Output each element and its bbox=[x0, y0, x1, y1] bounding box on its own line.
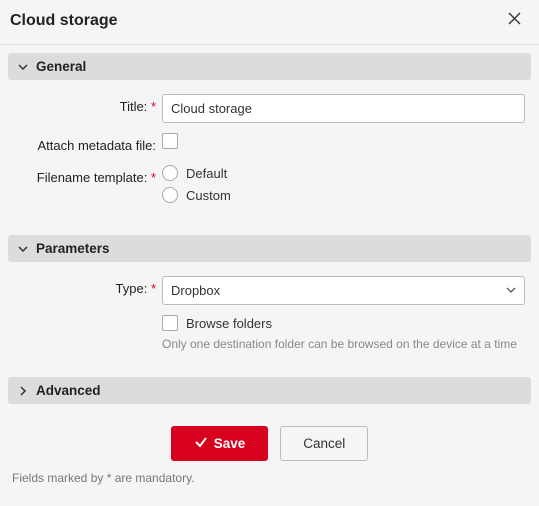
close-icon bbox=[508, 12, 521, 29]
save-button-label: Save bbox=[214, 436, 246, 451]
section-general-header[interactable]: General bbox=[8, 53, 531, 80]
type-select[interactable]: Dropbox bbox=[162, 276, 525, 305]
cancel-button[interactable]: Cancel bbox=[280, 426, 368, 461]
title-input[interactable] bbox=[162, 94, 525, 123]
radio-icon bbox=[162, 187, 178, 203]
filename-template-label: Filename template: bbox=[37, 170, 148, 185]
browse-folders-label: Browse folders bbox=[186, 316, 272, 331]
chevron-down-icon bbox=[18, 62, 28, 72]
browse-folders-checkbox-row[interactable]: Browse folders bbox=[162, 315, 525, 331]
section-advanced: Advanced bbox=[8, 377, 531, 404]
required-marker: * bbox=[151, 99, 156, 114]
row-title: Title: * bbox=[14, 94, 525, 123]
template-default-radio[interactable]: Default bbox=[162, 165, 525, 181]
titlebar: Cloud storage bbox=[0, 0, 539, 45]
template-custom-label: Custom bbox=[186, 188, 231, 203]
attach-metadata-label: Attach metadata file: bbox=[37, 138, 156, 153]
dialog-content: General Title: * Attach metadata file: bbox=[0, 45, 539, 503]
save-button[interactable]: Save bbox=[171, 426, 269, 461]
check-icon bbox=[194, 435, 208, 452]
section-parameters-title: Parameters bbox=[36, 241, 110, 256]
section-advanced-title: Advanced bbox=[36, 383, 101, 398]
section-general: General Title: * Attach metadata file: bbox=[8, 53, 531, 225]
template-custom-radio[interactable]: Custom bbox=[162, 187, 525, 203]
template-default-label: Default bbox=[186, 166, 227, 181]
dialog-actions: Save Cancel bbox=[8, 414, 531, 471]
close-button[interactable] bbox=[504, 10, 525, 32]
browse-folders-hint: Only one destination folder can be brows… bbox=[162, 337, 525, 351]
section-parameters-header[interactable]: Parameters bbox=[8, 235, 531, 262]
type-select-value: Dropbox bbox=[171, 283, 220, 298]
required-marker: * bbox=[151, 281, 156, 296]
row-type: Type: * Dropbox Br bbox=[14, 276, 525, 351]
chevron-down-icon bbox=[18, 244, 28, 254]
required-marker: * bbox=[151, 170, 156, 185]
cloud-storage-dialog: Cloud storage General Title: * bbox=[0, 0, 539, 503]
section-general-title: General bbox=[36, 59, 86, 74]
title-label: Title: bbox=[120, 99, 148, 114]
radio-icon bbox=[162, 165, 178, 181]
attach-metadata-checkbox[interactable] bbox=[162, 133, 178, 149]
chevron-down-icon bbox=[506, 283, 516, 298]
section-advanced-header[interactable]: Advanced bbox=[8, 377, 531, 404]
section-parameters: Parameters Type: * Dropbox bbox=[8, 235, 531, 367]
dialog-title: Cloud storage bbox=[10, 12, 118, 30]
chevron-right-icon bbox=[18, 386, 28, 396]
cancel-button-label: Cancel bbox=[303, 436, 345, 451]
row-filename-template: Filename template: * Default Custom bbox=[14, 165, 525, 209]
browse-folders-checkbox[interactable] bbox=[162, 315, 178, 331]
mandatory-footnote: Fields marked by * are mandatory. bbox=[8, 471, 531, 495]
type-label: Type: bbox=[116, 281, 148, 296]
row-attach-metadata: Attach metadata file: bbox=[14, 133, 525, 155]
